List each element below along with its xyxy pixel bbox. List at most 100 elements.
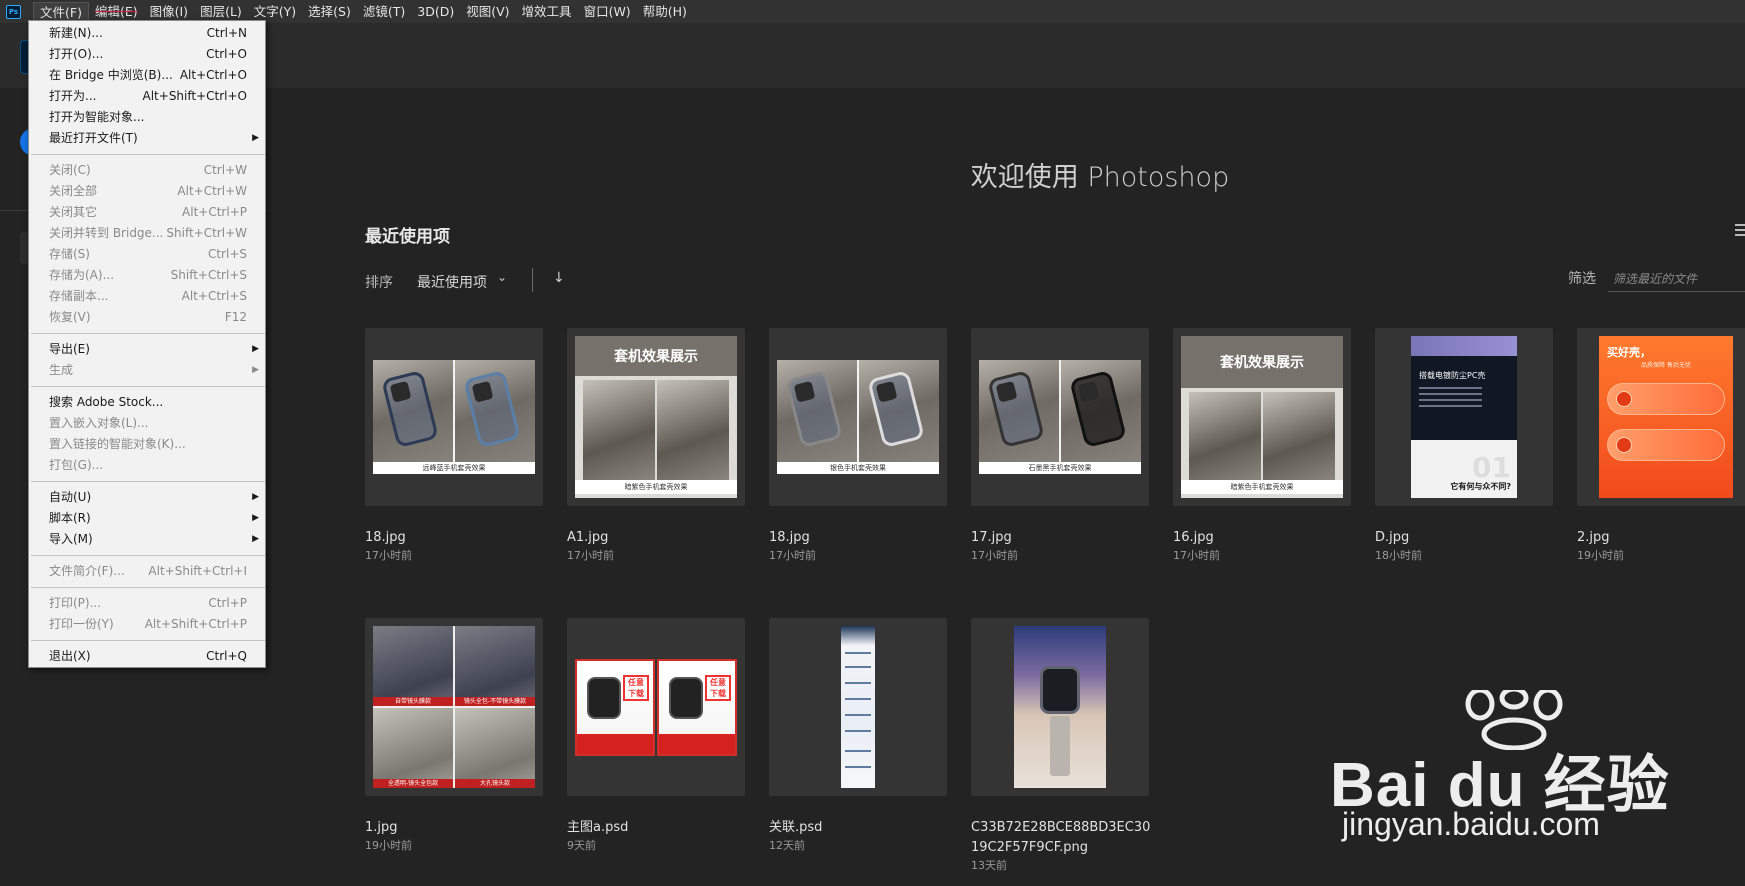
thumbnail-title: 搭载电镀防尘PC壳 xyxy=(1419,371,1486,380)
file-thumbnail[interactable]: 自带镜头膜款 镜头全包-不带镜头膜款 全透明-镜头全包款 大孔镜头款 xyxy=(365,618,543,796)
menu-import[interactable]: 导入(M) ▶ xyxy=(29,529,265,550)
file-time: 13天前 xyxy=(971,859,1007,872)
file-name: D.jpg xyxy=(1375,530,1410,545)
menu-open-recent[interactable]: 最近打开文件(T) ▶ xyxy=(29,128,265,149)
photoshop-logo-icon: Ps xyxy=(6,4,21,19)
menu-edit[interactable]: 编辑(E) xyxy=(89,2,144,22)
recent-file-card[interactable]: 套机效果展示 暗紫色手机套壳效果 A1.jpg 17小时前 xyxy=(567,328,747,564)
file-time: 12天前 xyxy=(769,839,805,852)
menu-file[interactable]: 文件(F) xyxy=(33,1,89,22)
recent-file-card[interactable]: 远峰蓝手机套壳效果 18.jpg 17小时前 xyxy=(365,328,545,564)
recent-file-card[interactable]: 银色手机套壳效果 18.jpg 17小时前 xyxy=(769,328,949,564)
thumbnail-header: 套机效果展示 xyxy=(1181,336,1343,388)
menu-open[interactable]: 打开(O)... Ctrl+O xyxy=(29,44,265,65)
file-thumbnail[interactable]: 石墨黑手机套壳效果 xyxy=(971,328,1149,506)
thumbnail-subtitle: 品质保障 售后无忧 xyxy=(1641,362,1691,369)
menu-close-others[interactable]: 关闭其它 Alt+Ctrl+P xyxy=(29,202,265,223)
file-thumbnail[interactable]: 银色手机套壳效果 xyxy=(769,328,947,506)
file-thumbnail[interactable]: 买好壳， 品质保障 售后无忧 xyxy=(1577,328,1745,506)
recent-file-card[interactable]: 搭载电镀防尘PC壳 01 它有何与众不同? D.jpg 18小时前 xyxy=(1375,328,1555,564)
file-menu-dropdown: 新建(N)... Ctrl+N 打开(O)... Ctrl+O 在 Bridge 中… xyxy=(28,20,266,668)
menu-3d[interactable]: 3D(D) xyxy=(411,2,460,22)
menu-print[interactable]: 打印(P)... Ctrl+P xyxy=(29,593,265,614)
file-thumbnail[interactable] xyxy=(971,618,1149,796)
menu-open-as-smart-object[interactable]: 打开为智能对象... xyxy=(29,107,265,128)
list-view-icon[interactable] xyxy=(1735,224,1745,238)
menu-place-embedded[interactable]: 置入嵌入对象(L)... xyxy=(29,413,265,434)
menu-image[interactable]: 图像(I) xyxy=(144,2,194,22)
menu-new[interactable]: 新建(N)... Ctrl+N xyxy=(29,23,265,44)
menu-close-all[interactable]: 关闭全部 Alt+Ctrl+W xyxy=(29,181,265,202)
file-name: 17.jpg xyxy=(971,530,1012,545)
thumbnail-caption: 镜头全包-不带镜头膜款 xyxy=(455,697,535,706)
thumbnail-badge: 任意下载 xyxy=(705,674,731,701)
sort-dropdown[interactable]: 最近使用项 xyxy=(417,272,487,292)
recent-file-card[interactable]: 买好壳， 品质保障 售后无忧 2.jpg 19小时前 xyxy=(1577,328,1745,564)
menu-exit[interactable]: 退出(X) Ctrl+Q xyxy=(29,646,265,667)
file-name: 主图a.psd xyxy=(567,820,629,835)
menu-automate[interactable]: 自动(U) ▶ xyxy=(29,487,265,508)
file-time: 18小时前 xyxy=(1375,549,1422,562)
thumbnail-caption: 暗紫色手机套壳效果 xyxy=(1181,480,1343,494)
recent-file-card[interactable]: 关联.psd 12天前 xyxy=(769,618,949,854)
menu-view[interactable]: 视图(V) xyxy=(460,2,515,22)
file-time: 19小时前 xyxy=(365,839,412,852)
file-time: 17小时前 xyxy=(971,549,1018,562)
menu-window[interactable]: 窗口(W) xyxy=(578,2,637,22)
file-time: 17小时前 xyxy=(769,549,816,562)
menu-search-adobe-stock[interactable]: 搜索 Adobe Stock... xyxy=(29,392,265,413)
recent-file-card[interactable]: 石墨黑手机套壳效果 17.jpg 17小时前 xyxy=(971,328,1151,564)
menu-print-one-copy[interactable]: 打印一份(Y) Alt+Shift+Ctrl+P xyxy=(29,614,265,635)
menu-package[interactable]: 打包(G)... xyxy=(29,455,265,476)
file-time: 17小时前 xyxy=(365,549,412,562)
menu-help[interactable]: 帮助(H) xyxy=(637,2,693,22)
thumbnail-caption: 远峰蓝手机套壳效果 xyxy=(373,462,535,474)
menu-separator xyxy=(31,640,265,641)
menu-generate[interactable]: 生成 ▶ xyxy=(29,360,265,381)
file-thumbnail[interactable]: 远峰蓝手机套壳效果 xyxy=(365,328,543,506)
menu-save-as[interactable]: 存储为(A)... Shift+Ctrl+S xyxy=(29,265,265,286)
file-thumbnail[interactable]: 套机效果展示暗紫色手机套壳效果 xyxy=(1173,328,1351,506)
recent-file-card[interactable]: 自带镜头膜款 镜头全包-不带镜头膜款 全透明-镜头全包款 大孔镜头款 1.jpg 19… xyxy=(365,618,545,854)
menu-filter[interactable]: 滤镜(T) xyxy=(357,2,411,22)
menu-layer[interactable]: 图层(L) xyxy=(194,2,248,22)
thumbnail-caption: 它有何与众不同? xyxy=(1450,482,1511,491)
thumbnail-caption: 暗紫色手机套壳效果 xyxy=(575,480,737,494)
menu-select[interactable]: 选择(S) xyxy=(302,2,357,22)
menu-close-and-go-bridge[interactable]: 关闭并转到 Bridge... Shift+Ctrl+W xyxy=(29,223,265,244)
thumbnail-badge: 任意下载 xyxy=(623,674,649,701)
submenu-arrow-icon: ▶ xyxy=(252,133,259,143)
menu-revert[interactable]: 恢复(V) F12 xyxy=(29,307,265,328)
submenu-arrow-icon: ▶ xyxy=(252,534,259,544)
menu-export[interactable]: 导出(E) ▶ xyxy=(29,339,265,360)
menu-close[interactable]: 关闭(C) Ctrl+W xyxy=(29,160,265,181)
menu-save-copy[interactable]: 存储副本... Alt+Ctrl+S xyxy=(29,286,265,307)
menu-separator xyxy=(31,386,265,387)
menu-place-linked[interactable]: 置入链接的智能对象(K)... xyxy=(29,434,265,455)
submenu-arrow-icon: ▶ xyxy=(252,344,259,354)
recent-file-card[interactable]: 套机效果展示 暗紫色手机套壳效果 16.jpg 17小时前 xyxy=(1173,328,1353,564)
chevron-down-icon[interactable]: ⌄ xyxy=(497,270,507,284)
thumbnail-header: 套机效果展示 xyxy=(575,336,737,376)
recent-file-card[interactable]: 任意下载 任意下载 主图a.psd 9天前 xyxy=(567,618,747,854)
menu-type[interactable]: 文字(Y) xyxy=(248,2,302,22)
menu-scripts[interactable]: 脚本(R) ▶ xyxy=(29,508,265,529)
file-thumbnail[interactable]: 搭载电镀防尘PC壳 01 它有何与众不同? xyxy=(1375,328,1553,506)
submenu-arrow-icon: ▶ xyxy=(252,492,259,502)
thumbnail-title: 买好壳， xyxy=(1607,346,1651,359)
recent-file-card[interactable]: C33B72E28BCE88BD3EC3019C2F57F9CF.png 13天… xyxy=(971,618,1151,874)
menu-file-info[interactable]: 文件简介(F)... Alt+Shift+Ctrl+I xyxy=(29,561,265,582)
file-thumbnail[interactable]: 任意下载 任意下载 xyxy=(567,618,745,796)
sort-direction-arrow-icon[interactable]: ↓ xyxy=(553,270,565,286)
menu-plugins[interactable]: 增效工具 xyxy=(516,2,578,22)
menu-browse-in-bridge[interactable]: 在 Bridge 中浏览(B)... Alt+Ctrl+O xyxy=(29,65,265,86)
file-name: 关联.psd xyxy=(769,820,823,835)
file-thumbnail[interactable] xyxy=(769,618,947,796)
filter-input[interactable] xyxy=(1608,266,1745,292)
file-thumbnail[interactable]: 套机效果展示暗紫色手机套壳效果 xyxy=(567,328,745,506)
submenu-arrow-icon: ▶ xyxy=(252,365,259,375)
menu-open-as[interactable]: 打开为... Alt+Shift+Ctrl+O xyxy=(29,86,265,107)
menu-save[interactable]: 存储(S) Ctrl+S xyxy=(29,244,265,265)
baidu-watermark: Bai du 经验 jingyan.baidu.com xyxy=(1330,690,1745,850)
file-name: A1.jpg xyxy=(567,530,609,545)
